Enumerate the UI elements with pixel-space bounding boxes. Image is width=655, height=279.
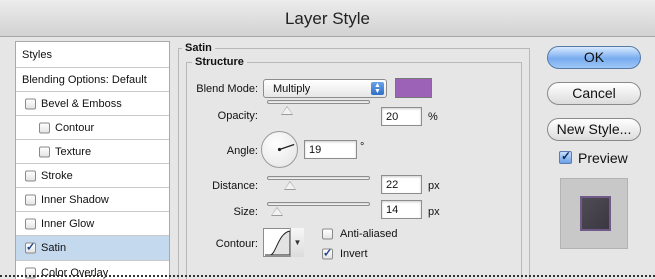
opacity-label: Opacity: xyxy=(217,110,258,122)
preview-thumbnail xyxy=(560,178,628,249)
distance-unit: px xyxy=(428,180,440,192)
opacity-unit: % xyxy=(428,111,438,123)
style-item-blending-options[interactable]: Blending Options: Default xyxy=(16,68,169,92)
style-item-contour[interactable]: Contour xyxy=(16,116,169,140)
invert-label: Invert xyxy=(340,248,368,260)
title-bar: Layer Style xyxy=(0,0,655,37)
preview-checkbox[interactable] xyxy=(559,149,572,164)
inner-glow-checkbox[interactable] xyxy=(25,218,36,229)
style-item-label: Inner Shadow xyxy=(41,193,109,206)
contour-label: Contour: xyxy=(215,238,258,250)
new-style-button[interactable]: New Style... xyxy=(547,118,641,141)
style-item-bevel-emboss[interactable]: Bevel & Emboss xyxy=(16,92,169,116)
bevel-emboss-checkbox[interactable] xyxy=(25,98,36,109)
size-unit: px xyxy=(428,206,440,218)
angle-dial-hand xyxy=(277,143,295,152)
size-slider-thumb[interactable] xyxy=(271,207,283,216)
updown-arrows-icon: ▲ ▼ xyxy=(371,82,384,95)
style-item-label: Styles xyxy=(22,48,52,61)
contour-dropdown-arrow-icon[interactable]: ▼ xyxy=(290,228,304,257)
angle-unit: ° xyxy=(360,141,365,153)
style-item-label: Stroke xyxy=(41,169,73,182)
anti-aliased-checkbox[interactable] xyxy=(322,228,333,240)
style-item-stroke[interactable]: Stroke xyxy=(16,164,169,188)
style-item-satin[interactable]: Satin xyxy=(16,236,169,261)
angle-input[interactable]: 19 xyxy=(304,140,357,159)
window-title: Layer Style xyxy=(284,9,371,28)
contour-checkbox[interactable] xyxy=(39,122,50,133)
blend-mode-select[interactable]: Multiply ▲ ▼ xyxy=(263,79,387,98)
style-item-label: Texture xyxy=(55,145,92,158)
style-item-label: Bevel & Emboss xyxy=(41,97,122,110)
satin-group-title: Satin xyxy=(182,42,215,54)
style-item-inner-shadow[interactable]: Inner Shadow xyxy=(16,188,169,212)
distance-slider-thumb[interactable] xyxy=(284,181,296,190)
opacity-input[interactable]: 20 xyxy=(381,107,422,126)
preview-swatch xyxy=(580,196,611,231)
distance-slider-track[interactable] xyxy=(267,176,370,180)
opacity-slider-track[interactable] xyxy=(267,100,370,104)
invert-checkbox[interactable] xyxy=(322,247,333,260)
contour-curve-icon xyxy=(265,230,291,256)
style-item-styles[interactable]: Styles xyxy=(16,42,169,68)
texture-checkbox[interactable] xyxy=(39,146,50,157)
angle-dial[interactable] xyxy=(261,131,298,168)
inner-shadow-checkbox[interactable] xyxy=(25,194,36,205)
preview-label: Preview xyxy=(578,150,628,166)
style-item-texture[interactable]: Texture xyxy=(16,140,169,164)
size-slider-track[interactable] xyxy=(267,202,370,206)
satin-checkbox[interactable] xyxy=(25,241,36,254)
opacity-slider-thumb[interactable] xyxy=(281,106,293,115)
style-item-inner-glow[interactable]: Inner Glow xyxy=(16,212,169,236)
style-item-label: Satin xyxy=(41,242,67,254)
anti-aliased-label: Anti-aliased xyxy=(340,228,398,240)
structure-group-title: Structure xyxy=(192,56,247,68)
size-input[interactable]: 14 xyxy=(381,200,422,219)
ok-button[interactable]: OK xyxy=(547,46,641,69)
style-item-label: Blending Options: Default xyxy=(22,73,147,86)
style-item-label: Inner Glow xyxy=(41,217,95,230)
distance-input[interactable]: 22 xyxy=(381,175,422,194)
styles-list: Styles Blending Options: Default Bevel &… xyxy=(15,41,170,279)
layer-style-dialog: Layer Style Styles Blending Options: Def… xyxy=(0,0,655,279)
stroke-checkbox[interactable] xyxy=(25,170,36,181)
style-item-label: Contour xyxy=(55,121,95,134)
size-label: Size: xyxy=(233,206,258,218)
cancel-button[interactable]: Cancel xyxy=(547,82,641,105)
style-item-label: Color Overlay xyxy=(41,267,109,279)
crop-edge-divider xyxy=(0,275,655,277)
satin-color-swatch[interactable] xyxy=(395,78,432,98)
distance-label: Distance: xyxy=(212,180,258,192)
angle-label: Angle: xyxy=(226,145,258,157)
blend-mode-label: Blend Mode: xyxy=(196,83,258,95)
blend-mode-value: Multiply xyxy=(273,83,311,95)
